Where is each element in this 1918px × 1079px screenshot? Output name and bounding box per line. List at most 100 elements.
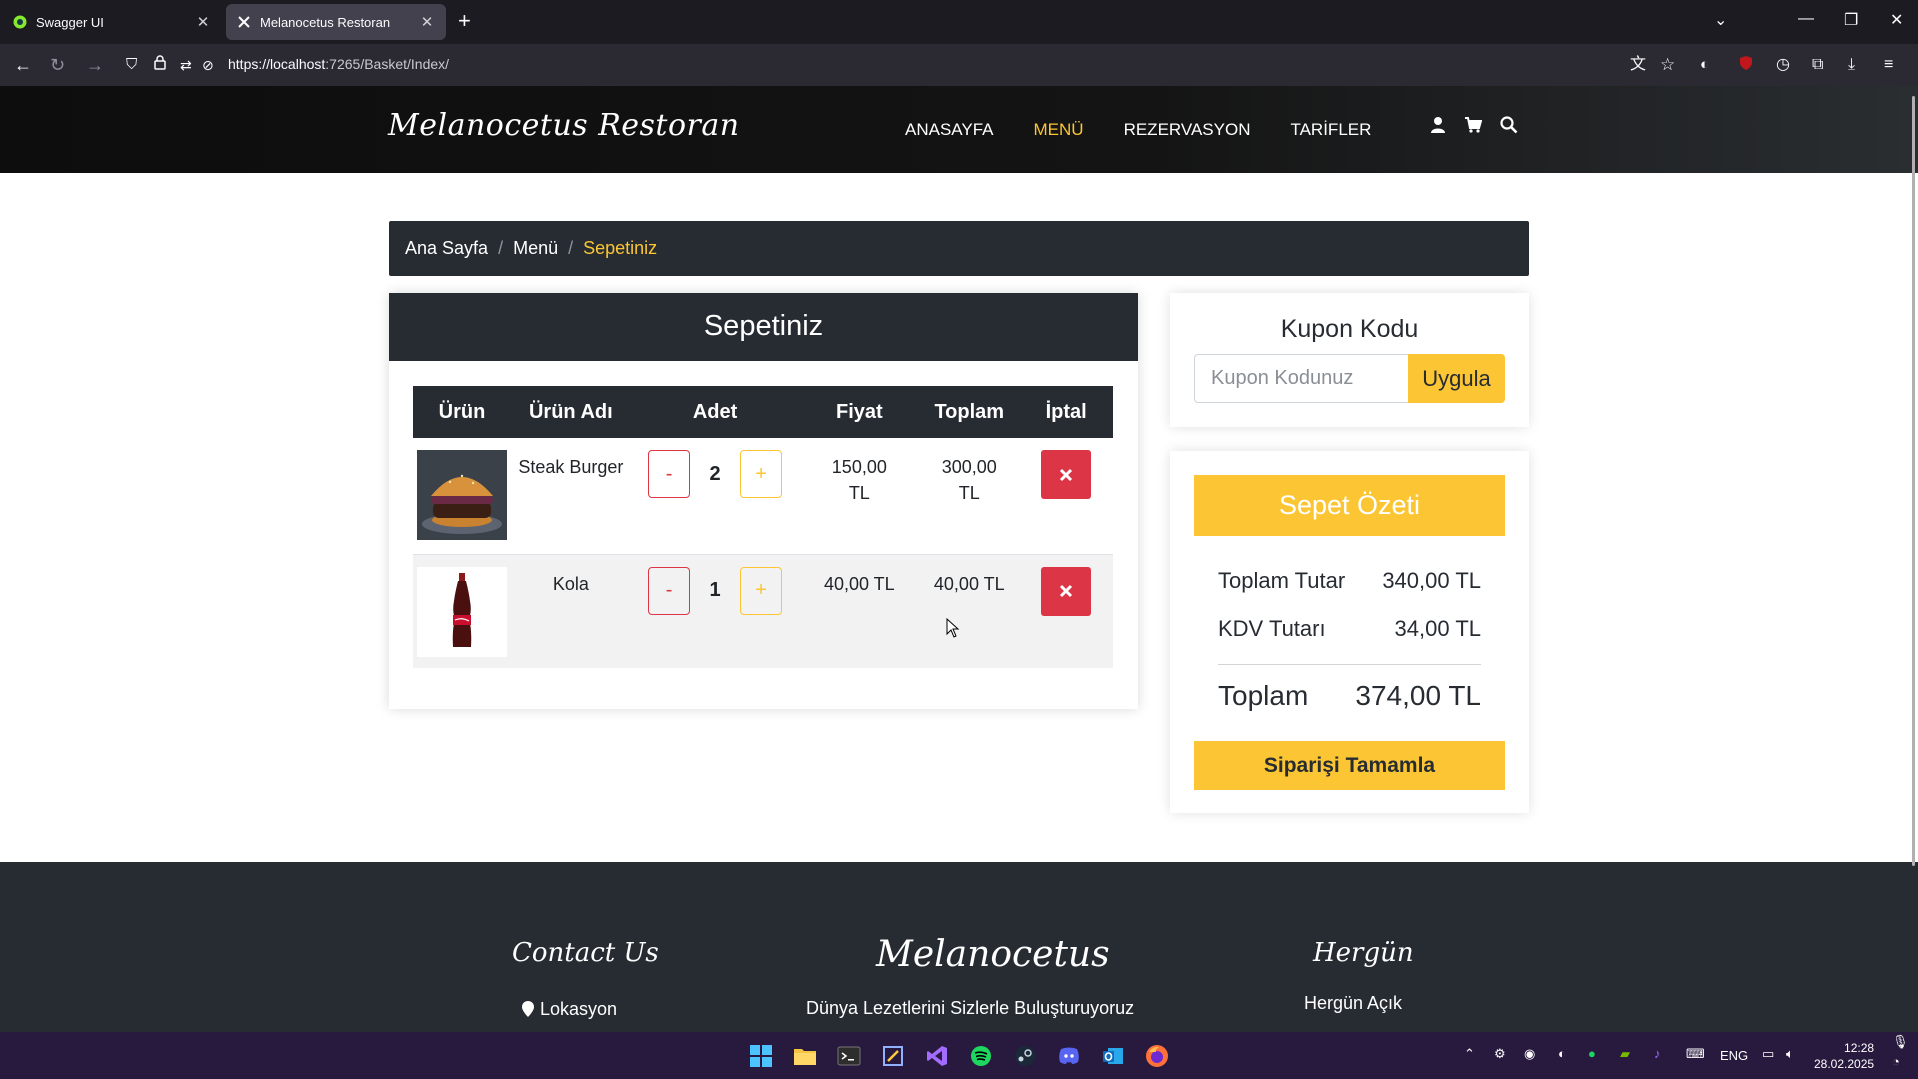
snipping-tool-icon[interactable] — [880, 1043, 906, 1069]
tray-mic-icon[interactable]: ♪ — [1654, 1046, 1661, 1061]
remove-item-button[interactable] — [1041, 450, 1092, 499]
qty-value: 1 — [709, 579, 721, 601]
spotify-icon[interactable] — [968, 1043, 994, 1069]
windows-taskbar: ⌃ ⚙ ◉ ◐ ● ▰ ♪ ⌨ ENG ▭ 🔈︎ 12:28 28.02.202… — [0, 1032, 1918, 1079]
map-marker-icon — [522, 1001, 534, 1017]
windows-start-icon[interactable] — [748, 1043, 774, 1069]
language-indicator[interactable]: ENG — [1720, 1048, 1748, 1063]
search-icon[interactable] — [1500, 116, 1518, 139]
forward-icon[interactable]: → — [86, 54, 104, 76]
breadcrumb-menu[interactable]: Menü — [513, 238, 558, 259]
list-tabs-icon[interactable]: ⌄ — [1714, 10, 1727, 30]
new-tab-button[interactable]: + — [458, 10, 471, 32]
col-header: Adet — [630, 386, 800, 438]
mouse-cursor-icon — [946, 618, 960, 638]
total-row: Toplam 374,00 TL — [1218, 680, 1481, 712]
permissions-icon[interactable]: ⇄ — [180, 54, 192, 76]
bookmark-star-icon[interactable]: ☆ — [1660, 54, 1675, 76]
close-tab-icon[interactable]: ✕ — [418, 13, 436, 31]
summary-title: Sepet Özeti — [1194, 475, 1505, 536]
network-icon[interactable]: ▭ — [1762, 1046, 1774, 1062]
cart-icon[interactable] — [1464, 116, 1483, 139]
product-image-cell — [413, 554, 511, 668]
close-tab-icon[interactable]: ✕ — [194, 13, 212, 31]
ublock-icon[interactable] — [1738, 54, 1754, 76]
system-clock[interactable]: 12:28 28.02.2025 — [1814, 1040, 1874, 1072]
close-window-icon[interactable]: ✕ — [1890, 10, 1903, 30]
remove-item-button[interactable] — [1041, 566, 1092, 616]
address-bar[interactable]: https://localhost:7265/Basket/Index/ — [228, 56, 449, 72]
file-explorer-icon[interactable] — [792, 1043, 818, 1069]
restore-icon[interactable]: ❐ — [1844, 10, 1858, 30]
breadcrumb: Ana Sayfa / Menü / Sepetiniz — [389, 221, 1529, 276]
shield-icon[interactable]: ⛉ — [126, 54, 137, 76]
footer-brand-text: Dünya Lezetlerini Sizlerle Buluşturuyoru… — [806, 998, 1135, 1018]
downloads-icon[interactable]: ⤓ — [1848, 54, 1855, 76]
tray-app-icon[interactable]: ⚙ — [1494, 1046, 1506, 1062]
product-name: Steak Burger — [510, 438, 631, 555]
outlook-icon[interactable] — [1100, 1043, 1126, 1069]
tray-chevron-icon[interactable]: ⌃ — [1464, 1046, 1475, 1062]
complete-order-button[interactable]: Siparişi Tamamla — [1194, 741, 1505, 790]
contact-location[interactable]: Lokasyon — [522, 999, 617, 1020]
tab-swagger[interactable]: Swagger UI ✕ — [2, 4, 222, 40]
col-header: İptal — [1019, 386, 1113, 438]
menu-hamburger-icon[interactable]: ≡ — [1884, 54, 1893, 76]
translate-icon[interactable]: 文 — [1630, 54, 1646, 76]
product-price: 150,00 TL — [799, 438, 920, 555]
discord-icon[interactable] — [1056, 1043, 1082, 1069]
close-icon — [1060, 468, 1073, 481]
tax-label: KDV Tutarı — [1218, 616, 1326, 641]
tab-title: Melanocetus Restoran — [260, 14, 391, 30]
col-header: Ürün Adı — [510, 386, 631, 438]
browser-tabbar: Swagger UI ✕ Melanocetus Restoran ✕ + ⌄ … — [0, 0, 1918, 44]
nav-tarifler[interactable]: TARİFLER — [1290, 120, 1371, 140]
decrease-qty-button[interactable]: - — [648, 450, 691, 498]
tray-nvidia-icon[interactable]: ▰ — [1620, 1046, 1630, 1062]
nav-menu[interactable]: MENÜ — [1034, 120, 1084, 140]
breadcrumb-home[interactable]: Ana Sayfa — [405, 238, 488, 259]
tracking-icon[interactable]: ⊘ — [202, 54, 214, 76]
site-footer: Contact Us Lokasyon Melanocetus Dünya Le… — [0, 862, 1918, 1032]
total-value: 300,00 TL — [941, 457, 997, 503]
microphone-icon[interactable]: 🎙︎ — [1892, 1034, 1909, 1050]
volume-icon[interactable]: 🔈︎ — [1786, 1046, 1794, 1062]
extension-mask-icon[interactable]: ◐ — [1700, 54, 1709, 76]
site-logo[interactable]: Melanocetus Restoran — [388, 108, 740, 143]
qty-cell: - 2 + — [630, 438, 800, 555]
reload-icon[interactable]: ↻ — [50, 54, 65, 76]
subtotal-row: Toplam Tutar 340,00 TL — [1218, 568, 1481, 594]
tab-melanocetus[interactable]: Melanocetus Restoran ✕ — [226, 4, 446, 40]
keyboard-icon[interactable]: ⌨ — [1686, 1046, 1705, 1062]
back-icon[interactable]: ← — [14, 54, 32, 76]
basket-title: Sepetiniz — [389, 293, 1138, 361]
terminal-icon[interactable] — [836, 1043, 862, 1069]
summary-card: Sepet Özeti Toplam Tutar 340,00 TL KDV T… — [1170, 451, 1529, 813]
tray-spotify-icon[interactable]: ● — [1588, 1046, 1596, 1061]
user-icon[interactable] — [1430, 116, 1446, 139]
visual-studio-icon[interactable] — [924, 1043, 950, 1069]
main-nav: ANASAYFA MENÜ REZERVASYON TARİFLER — [905, 120, 1411, 140]
extensions-icon[interactable]: ⧉ — [1812, 54, 1823, 76]
page-scrollbar[interactable] — [1912, 96, 1915, 866]
site-header: Melanocetus Restoran ANASAYFA MENÜ REZER… — [0, 86, 1918, 173]
tray-steam-icon[interactable]: ◉ — [1524, 1046, 1535, 1062]
nav-anasayfa[interactable]: ANASAYFA — [905, 120, 994, 140]
nav-rezervasyon[interactable]: REZERVASYON — [1124, 120, 1251, 140]
coupon-title: Kupon Kodu — [1280, 315, 1419, 343]
product-total: 40,00 TL — [919, 554, 1020, 668]
decrease-qty-button[interactable]: - — [648, 566, 691, 615]
notifications-icon[interactable]: ◔ — [1892, 1054, 1900, 1069]
total-value: 374,00 TL — [1355, 680, 1481, 711]
steam-icon[interactable] — [1012, 1043, 1038, 1069]
firefox-icon[interactable] — [1144, 1043, 1170, 1069]
tray-app-icon[interactable]: ◐ — [1558, 1046, 1566, 1061]
tab-title: Swagger UI — [36, 14, 104, 30]
increase-qty-button[interactable]: + — [740, 450, 783, 498]
minimize-icon[interactable]: — — [1798, 10, 1814, 28]
coupon-input[interactable] — [1194, 354, 1410, 403]
history-icon[interactable]: ◷ — [1776, 54, 1790, 76]
lock-icon[interactable] — [154, 54, 166, 76]
apply-coupon-button[interactable]: Uygula — [1408, 354, 1505, 403]
increase-qty-button[interactable]: + — [740, 566, 783, 615]
